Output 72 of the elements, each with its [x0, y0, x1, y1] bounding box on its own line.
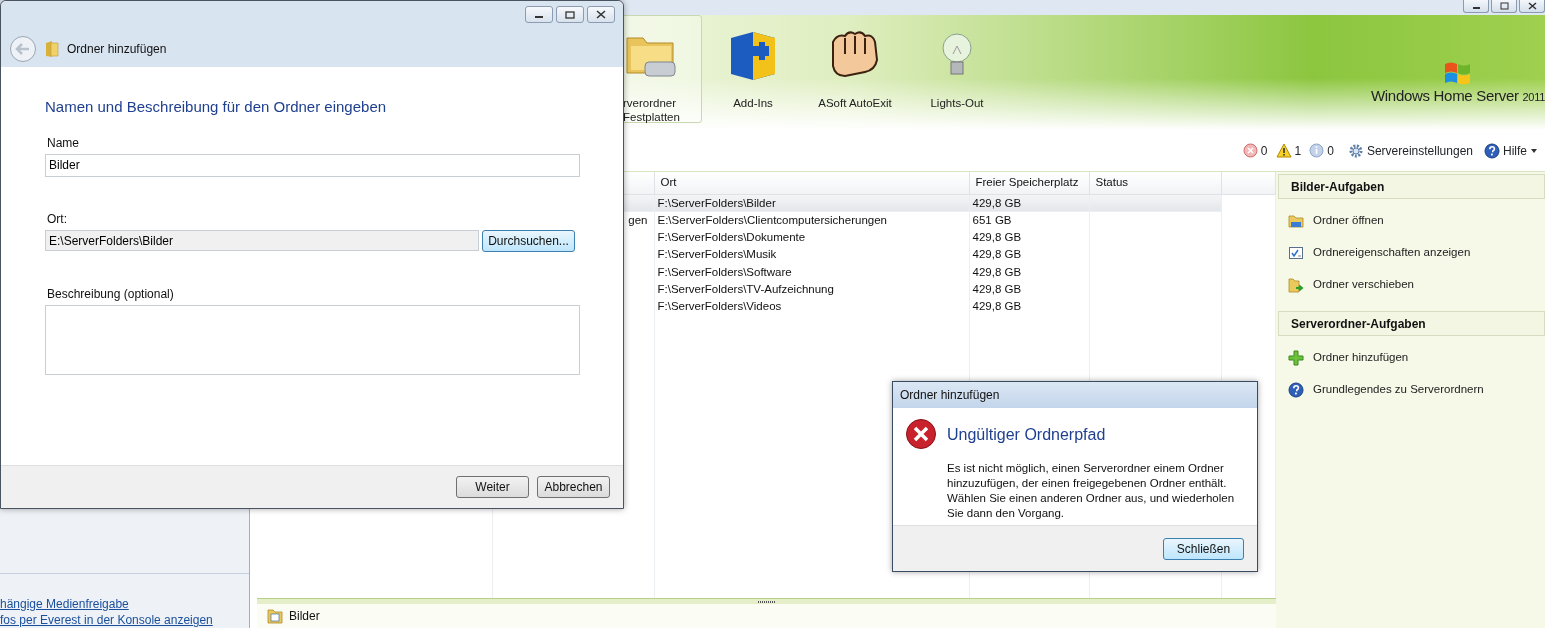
minimize-button[interactable]	[525, 6, 553, 23]
maximize-icon	[1498, 1, 1510, 11]
next-button[interactable]: Weiter	[456, 476, 529, 498]
toolbar-tab[interactable]: ASoft AutoExit	[804, 15, 906, 123]
error-message: Es ist nicht möglich, einen Serverordner einem Ordner hinzuzufügen, der einen freigegebenen Ordner enthält. Wählen Sie einen anderen Ordner aus, und wiederholen Sie dann den Vorgang.	[947, 461, 1236, 521]
field-label: Name	[47, 134, 80, 152]
dialog-heading: Namen und Beschreibung für den Ordner eingeben	[45, 97, 388, 117]
close-icon	[1526, 1, 1538, 11]
close-button[interactable]	[587, 6, 615, 23]
table-cell: F:\ServerFolders\Dokumente	[654, 229, 969, 247]
selected-folder-label: Bilder	[289, 608, 320, 625]
field-label: Ort:	[47, 210, 68, 228]
close-button[interactable]	[1519, 0, 1545, 13]
link[interactable]: hängige Medienfreigabe	[0, 596, 249, 612]
task-link[interactable]: Ordner verschieben	[1276, 269, 1545, 301]
product-name: Windows Home Server	[1370, 87, 1519, 104]
browse-button[interactable]: Durchsuchen...	[482, 229, 575, 252]
task-link[interactable]: Ordnereigenschaften anzeigen	[1276, 237, 1545, 269]
section-header: Bilder-Aufgaben	[1278, 174, 1545, 199]
table-cell: 429,8 GB	[969, 229, 1089, 247]
maximize-icon	[563, 10, 577, 19]
table-cell: F:\ServerFolders\Videos	[654, 298, 969, 316]
table-cell: 429,8 GB	[969, 263, 1089, 281]
settings-icon	[1347, 142, 1364, 159]
task-link[interactable]: Ordner öffnen	[1276, 205, 1545, 237]
table-cell: F:\ServerFolders\TV-Aufzeichnung	[654, 280, 969, 298]
warning-icon	[1275, 143, 1292, 158]
folder-icon	[45, 40, 59, 58]
folder-arrow-icon	[1288, 277, 1304, 293]
field-label: Beschreibung (optional)	[47, 285, 175, 303]
cancel-button[interactable]: Abbrechen	[537, 476, 610, 498]
error-icon	[905, 418, 937, 450]
dialog-title: Ordner hinzufügen	[67, 41, 167, 58]
minimize-button[interactable]	[1463, 0, 1489, 13]
table-cell: 651 GB	[969, 211, 1089, 229]
task-link[interactable]: Ordner hinzufügen	[1276, 342, 1545, 374]
help-icon	[1288, 382, 1304, 398]
column-header[interactable]: Status	[1089, 172, 1221, 194]
table-cell: F:\ServerFolders\Musik	[654, 246, 969, 264]
text-field[interactable]: Bilder	[45, 153, 580, 177]
settings-button[interactable]: Servereinstellungen	[1346, 140, 1474, 161]
toolbar-tab[interactable]: Add-Ins	[702, 15, 804, 123]
table-cell: 429,8 GB	[969, 280, 1089, 298]
column-header[interactable]: Freier Speicherplatz	[969, 172, 1089, 194]
text-field[interactable]: E:\ServerFolders\Bilder	[45, 230, 479, 251]
folder-icon	[267, 608, 283, 624]
help-button[interactable]: Hilfe	[1483, 140, 1539, 161]
table-cell: F:\ServerFolders\Software	[654, 263, 969, 281]
toolbar-tab[interactable]: Lights-Out	[906, 15, 1008, 123]
dialog-title: Ordner hinzufügen	[893, 382, 1257, 408]
error-icon	[1242, 143, 1258, 158]
table-cell: E:\ServerFolders\Clientcomputersicherungen	[654, 211, 969, 229]
dialog-heading: Ungültiger Ordnerpfad	[947, 425, 1107, 445]
folder-icon	[1288, 213, 1304, 229]
help-icon	[1484, 142, 1500, 159]
info-icon	[1309, 143, 1325, 158]
column-header[interactable]: Ort	[654, 172, 969, 194]
close-icon	[594, 10, 608, 19]
plus-icon	[1288, 350, 1304, 366]
error-count[interactable]: 0	[1241, 140, 1269, 161]
table-cell: 429,8 GB	[969, 246, 1089, 264]
section-header: Serverordner-Aufgaben	[1278, 311, 1545, 336]
checklist-icon	[1288, 245, 1304, 261]
maximize-button[interactable]	[556, 6, 584, 23]
warning-count[interactable]: 1	[1274, 140, 1303, 161]
close-button[interactable]: Schließen	[1163, 537, 1244, 560]
table-cell: 429,8 GB	[969, 298, 1089, 316]
product-version: 2011	[1522, 91, 1545, 103]
caret-icon	[1530, 147, 1538, 154]
info-count[interactable]: 0	[1308, 140, 1335, 161]
task-link[interactable]: Grundlegendes zu Serverordnern	[1276, 374, 1545, 406]
link[interactable]: fos per Everest in der Konsole anzeigen	[0, 612, 249, 628]
